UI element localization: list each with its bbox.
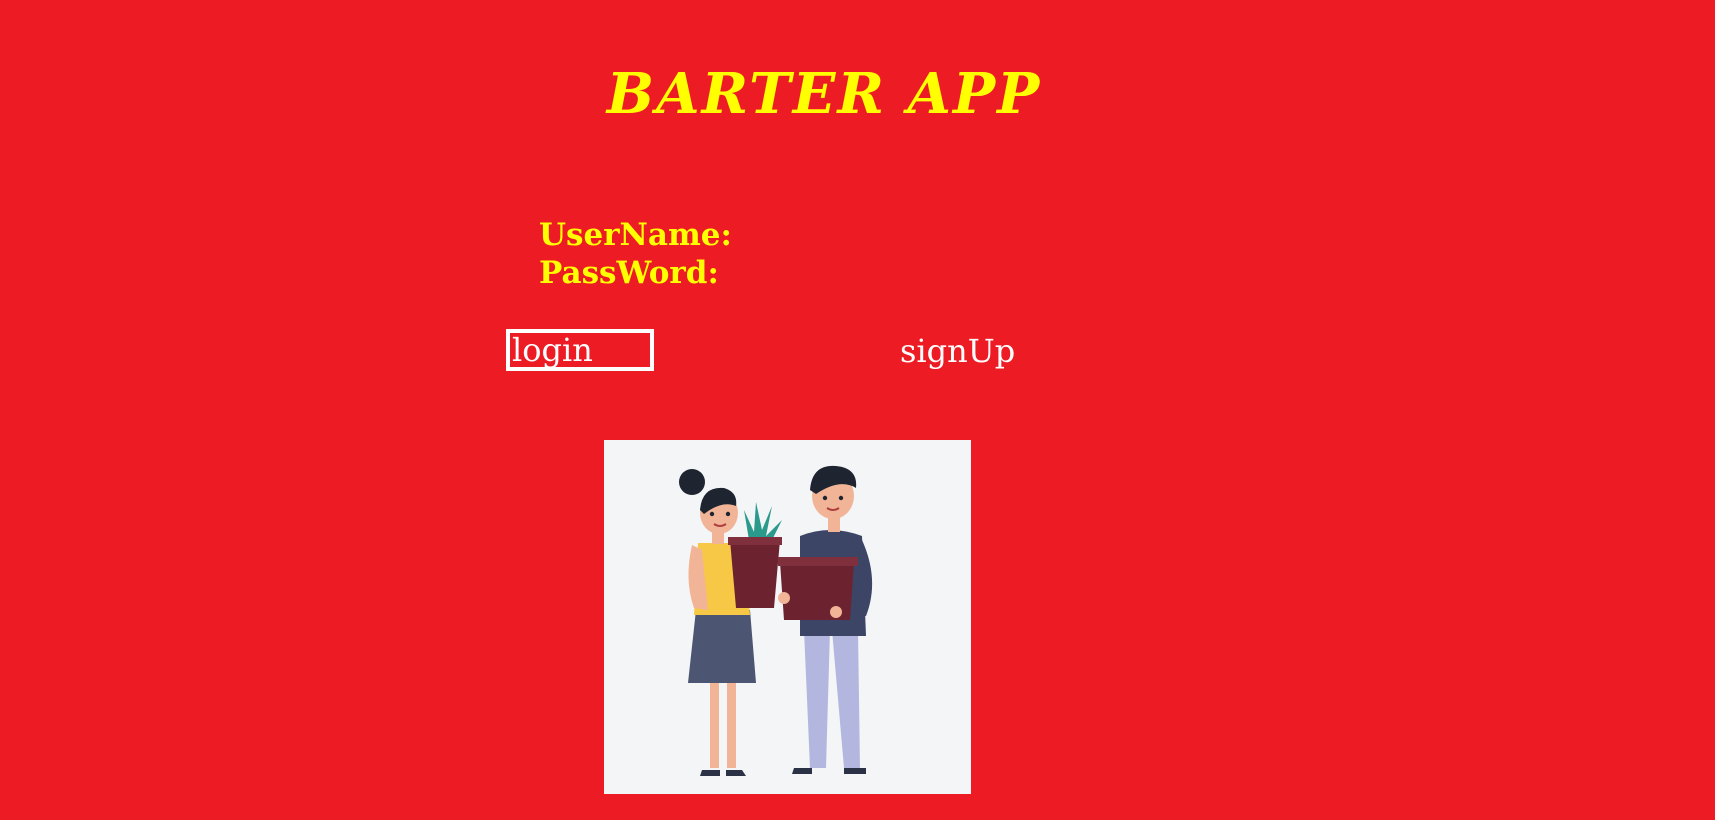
- password-row: PassWord:: [539, 254, 974, 292]
- username-row: UserName:: [539, 216, 974, 254]
- signup-button[interactable]: signUp: [900, 330, 1015, 372]
- password-label: PassWord:: [539, 255, 719, 291]
- man-figure: [778, 465, 873, 774]
- barter-illustration: [604, 440, 971, 794]
- login-button[interactable]: login: [506, 329, 654, 371]
- password-input[interactable]: [730, 258, 961, 288]
- app-title: BARTER APP: [606, 61, 1042, 127]
- username-input[interactable]: [743, 220, 974, 250]
- username-label: UserName:: [539, 217, 732, 253]
- login-form: UserName: PassWord:: [539, 216, 974, 292]
- woman-figure: [679, 469, 782, 776]
